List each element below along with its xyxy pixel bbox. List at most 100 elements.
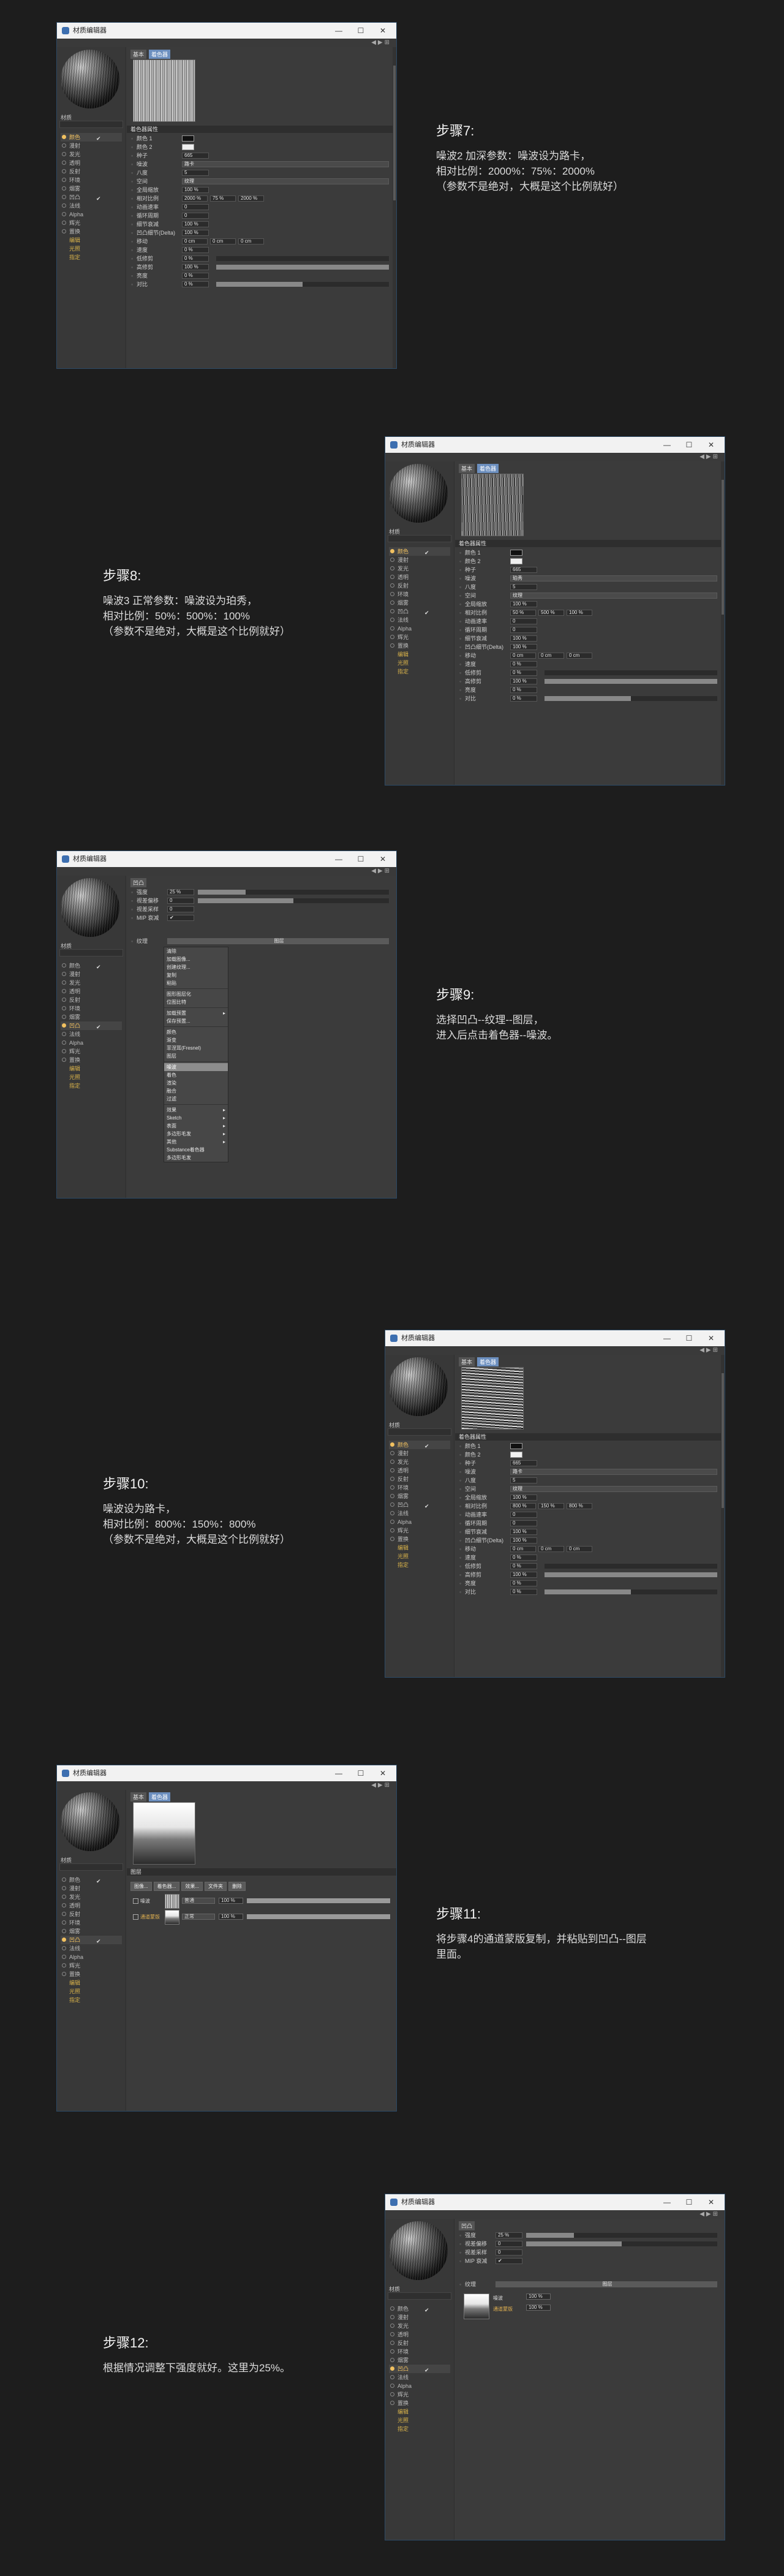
channel-toggle-icon[interactable] <box>390 2306 394 2311</box>
menu-item[interactable]: 表面 ▸ <box>164 1122 228 1130</box>
channel-item[interactable]: 漫射 <box>389 2313 450 2322</box>
channel-item[interactable]: 环境 <box>389 590 450 599</box>
channel-toggle-icon[interactable] <box>390 609 394 613</box>
param-field[interactable]: 100 % <box>510 678 537 684</box>
menu-item[interactable]: 颜色 <box>164 1028 228 1036</box>
menu-item[interactable]: 保存预置... <box>164 1017 228 1025</box>
channel-item[interactable]: 发光 <box>61 979 122 987</box>
channel-item[interactable]: 光照 <box>61 244 122 253</box>
channel-item[interactable]: 漫射 <box>61 970 122 979</box>
channel-item[interactable]: 反射 <box>61 996 122 1004</box>
channel-item[interactable]: 法线 <box>61 1944 122 1953</box>
channel-item[interactable]: 漫射 <box>61 142 122 150</box>
channel-item[interactable]: 透明 <box>389 2330 450 2339</box>
param-field[interactable]: 100 % <box>182 187 209 193</box>
channel-toggle-icon[interactable] <box>390 1460 394 1464</box>
param-field[interactable]: 100 % <box>182 264 209 270</box>
param-field[interactable]: 0 <box>510 618 537 624</box>
channel-item[interactable]: 编辑 <box>61 1979 122 1987</box>
param-field[interactable]: 0 % <box>510 687 537 693</box>
channel-toggle-icon[interactable] <box>390 2375 394 2379</box>
channel-item[interactable]: 环境 <box>389 2347 450 2356</box>
channel-item[interactable]: 编辑 <box>389 1544 450 1552</box>
nav-arrows-icon[interactable]: ◀▶⊞ <box>699 2211 720 2218</box>
param-field[interactable]: 665 <box>510 567 537 573</box>
scrollbar[interactable] <box>393 47 396 368</box>
color-swatch[interactable] <box>510 1443 522 1449</box>
channel-toggle-icon[interactable] <box>390 592 394 596</box>
close-button[interactable]: ✕ <box>372 851 394 867</box>
channel-toggle-icon[interactable] <box>390 566 394 570</box>
channel-toggle-icon[interactable] <box>390 575 394 579</box>
channel-item[interactable]: 发光 <box>389 2322 450 2330</box>
tab-shader[interactable]: 着色器 <box>149 50 171 59</box>
material-name-field[interactable] <box>59 949 123 957</box>
nav-arrows-icon[interactable]: ◀▶⊞ <box>371 1782 391 1789</box>
material-name-field[interactable] <box>59 1863 123 1871</box>
channel-toggle-icon[interactable] <box>62 1006 66 1010</box>
color-swatch[interactable] <box>182 135 194 142</box>
param-field[interactable]: 150 % <box>538 1503 564 1509</box>
param-field[interactable]: 100 % <box>510 1572 537 1578</box>
channel-toggle-icon[interactable] <box>390 1511 394 1515</box>
channel-toggle-icon[interactable] <box>390 2315 394 2319</box>
param-field[interactable]: 800 % <box>567 1503 592 1509</box>
channel-item[interactable]: 反射 <box>389 581 450 590</box>
channel-item[interactable]: Alpha <box>389 624 450 633</box>
material-name-field[interactable] <box>388 2292 451 2300</box>
channel-toggle-icon[interactable] <box>62 1920 66 1925</box>
channel-item[interactable]: 指定 <box>61 253 122 262</box>
channel-item[interactable]: 烟雾 <box>61 1927 122 1936</box>
param-field[interactable]: 2000 % <box>182 195 208 202</box>
channel-toggle-icon[interactable] <box>390 2324 394 2328</box>
channel-toggle-icon[interactable] <box>62 963 66 968</box>
menu-item[interactable]: 图形图层化 <box>164 990 228 998</box>
channel-toggle-icon[interactable] <box>390 2341 394 2345</box>
channel-toggle-icon[interactable] <box>390 549 394 553</box>
channel-item[interactable]: 环境 <box>389 1483 450 1492</box>
material-name-field[interactable] <box>59 121 123 128</box>
menu-item[interactable]: 融合 <box>164 1087 228 1095</box>
channel-item[interactable]: 编辑 <box>389 2407 450 2416</box>
channel-item[interactable]: 烟雾 <box>61 1013 122 1021</box>
maximize-button[interactable]: ☐ <box>350 1765 372 1781</box>
color-swatch[interactable] <box>510 1452 522 1458</box>
menu-item[interactable]: 加载预置 ▸ <box>164 1009 228 1017</box>
menu-item[interactable]: 效果 ▸ <box>164 1106 228 1114</box>
param-field[interactable]: 100 % <box>567 610 592 616</box>
param-field[interactable]: 0 % <box>182 281 209 287</box>
menu-item[interactable]: 渲染 <box>164 1079 228 1087</box>
channel-item[interactable]: 辉光 <box>61 1047 122 1056</box>
close-button[interactable]: ✕ <box>372 1765 394 1781</box>
channel-item[interactable]: 透明 <box>61 1901 122 1910</box>
channel-item[interactable]: 烟雾 <box>389 1492 450 1501</box>
channel-item[interactable]: 凹凸 ✔ <box>389 2365 450 2373</box>
channel-item[interactable]: 烟雾 <box>61 184 122 193</box>
channel-item[interactable]: 环境 <box>61 1004 122 1013</box>
channel-item[interactable]: 凹凸 ✔ <box>389 1501 450 1509</box>
channel-toggle-icon[interactable] <box>62 229 66 233</box>
layer-visibility-icon[interactable] <box>133 1914 138 1920</box>
menu-item[interactable]: 复制 <box>164 971 228 979</box>
param-field[interactable]: 0 % <box>510 1580 537 1586</box>
param-dropdown[interactable]: 纹理 <box>182 178 389 184</box>
param-field[interactable]: 75 % <box>210 195 236 202</box>
channel-item[interactable]: 编辑 <box>389 650 450 659</box>
channel-toggle-icon[interactable] <box>390 643 394 648</box>
param-field[interactable]: 0 <box>167 898 194 904</box>
param-field[interactable]: 0 cm <box>510 653 536 659</box>
menu-item[interactable]: 清除 <box>164 947 228 955</box>
param-dropdown[interactable]: 纹理 <box>510 1486 717 1492</box>
scrollbar[interactable] <box>721 1355 725 1677</box>
nav-arrows-icon[interactable]: ◀▶⊞ <box>699 1347 720 1354</box>
channel-item[interactable]: 发光 <box>61 1893 122 1901</box>
channel-toggle-icon[interactable] <box>390 1485 394 1490</box>
channel-toggle-icon[interactable] <box>62 178 66 182</box>
channel-item[interactable]: 辉光 <box>389 633 450 642</box>
param-field[interactable]: 0 cm <box>567 1546 592 1552</box>
channel-item[interactable]: Alpha <box>61 1039 122 1047</box>
channel-item[interactable]: 反射 <box>389 2339 450 2347</box>
layer-opacity[interactable]: 100 % <box>219 1914 243 1920</box>
channel-toggle-icon[interactable] <box>62 143 66 148</box>
texture-button[interactable]: 图层 <box>496 2281 717 2287</box>
